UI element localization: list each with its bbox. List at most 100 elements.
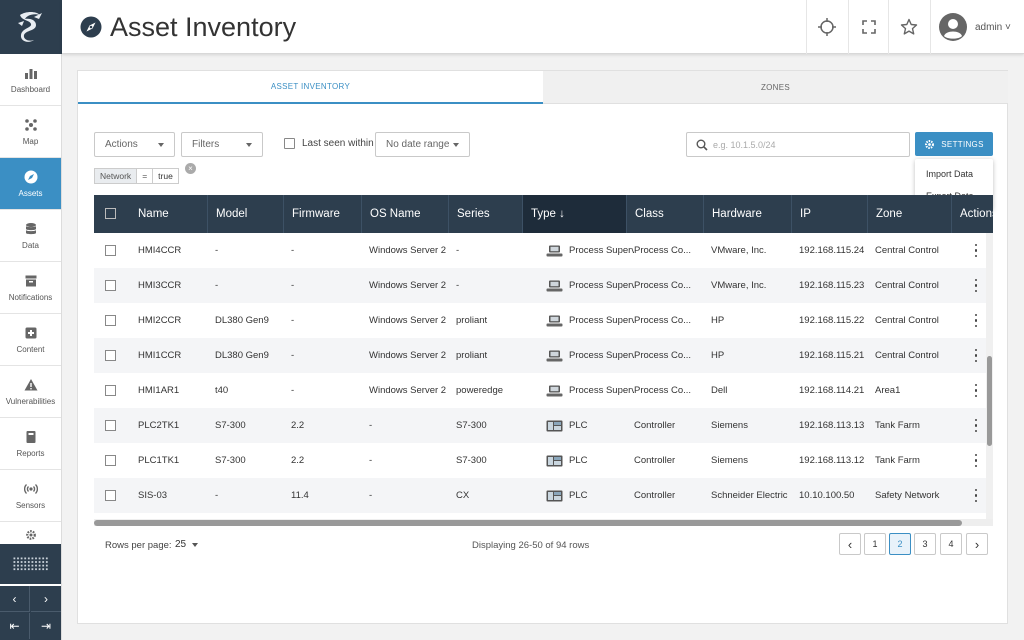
- row-actions-icon[interactable]: [973, 349, 979, 362]
- next-button[interactable]: ›: [31, 586, 61, 612]
- collapse-button[interactable]: ⇤: [0, 613, 30, 639]
- apps-grid-button[interactable]: [0, 544, 61, 584]
- table-row[interactable]: HMI4CCR - - Windows Server 2- Process Superv…: [94, 233, 993, 268]
- next-page-button[interactable]: ›: [966, 533, 988, 555]
- table-row[interactable]: SIS-03 - 11.4 - CX PLC Controller Schneider Ele…: [94, 478, 993, 513]
- column-header-ip[interactable]: IP: [791, 195, 867, 233]
- cell-os: Windows Server 2: [369, 245, 447, 256]
- sidebar-item-vulnerabilities[interactable]: Vulnerabilities: [0, 366, 61, 418]
- cell-hardware: Schneider Electric: [711, 490, 788, 501]
- row-actions-icon[interactable]: [973, 279, 979, 292]
- settings-button[interactable]: SETTINGS: [915, 132, 993, 156]
- cell-firmware: -: [291, 315, 295, 326]
- row-actions-icon[interactable]: [973, 419, 979, 432]
- cell-firmware: 2.2: [291, 420, 305, 431]
- row-actions-icon[interactable]: [973, 454, 979, 467]
- workstation-icon: [546, 350, 563, 362]
- select-all-checkbox[interactable]: [105, 208, 116, 219]
- cell-zone: Central Control: [875, 280, 939, 291]
- cell-ip: 192.168.115.23: [799, 280, 865, 291]
- date-range-dropdown[interactable]: No date range: [375, 132, 470, 157]
- expand-button[interactable]: ⇥: [31, 613, 61, 639]
- menu-item-import-data[interactable]: Import Data: [926, 169, 973, 179]
- rows-per-page-select[interactable]: 25: [175, 539, 186, 550]
- sidebar-item-notifications[interactable]: Notifications: [0, 262, 61, 314]
- sidebar-item-dashboard[interactable]: Dashboard: [0, 54, 61, 106]
- page-button-2[interactable]: 2: [889, 533, 911, 555]
- row-checkbox[interactable]: [105, 420, 116, 431]
- sidebar-item-data[interactable]: Data: [0, 210, 61, 262]
- horizontal-scrollbar-thumb[interactable]: [94, 520, 962, 526]
- logo[interactable]: [0, 0, 62, 54]
- favorite-button[interactable]: [888, 0, 928, 54]
- row-actions-icon[interactable]: [973, 314, 979, 327]
- locate-button[interactable]: [806, 0, 846, 54]
- cell-type-text: PLC: [569, 420, 588, 431]
- table-row[interactable]: HMI2CCR DL380 Gen9 - Windows Server 2 prolia…: [94, 303, 993, 338]
- row-checkbox[interactable]: [105, 245, 116, 256]
- vertical-scrollbar[interactable]: [986, 233, 993, 522]
- actions-dropdown[interactable]: Actions: [94, 132, 175, 157]
- sidebar-item-reports[interactable]: Reports: [0, 418, 61, 470]
- column-header-hardware[interactable]: Hardware: [703, 195, 791, 233]
- column-header-series[interactable]: Series: [448, 195, 522, 233]
- filters-dropdown[interactable]: Filters: [181, 132, 263, 157]
- cell-ip: 192.168.114.21: [799, 385, 865, 396]
- column-header-class[interactable]: Class: [626, 195, 703, 233]
- sidebar-item-label: Data: [22, 241, 39, 250]
- cell-class: Controller: [634, 420, 676, 431]
- cell-series: S7-300: [456, 455, 487, 466]
- user-name-text: admin: [975, 21, 1003, 33]
- sidebar-item-assets[interactable]: Assets: [0, 158, 61, 210]
- page-button-4[interactable]: 4: [940, 533, 962, 555]
- table-row[interactable]: HMI3CCR - - Windows Server 2- Process Superv…: [94, 268, 993, 303]
- sidebar-item-sensors[interactable]: Sensors: [0, 470, 61, 522]
- caret-down-icon[interactable]: [192, 543, 198, 547]
- row-checkbox[interactable]: [105, 490, 116, 501]
- column-header-osname[interactable]: OS Name: [361, 195, 448, 233]
- dashboard-icon: [23, 65, 39, 81]
- row-actions-icon[interactable]: [973, 384, 979, 397]
- tab-zones[interactable]: ZONES: [543, 71, 1008, 104]
- sidebar-item-map[interactable]: Map: [0, 106, 61, 158]
- page-button-3[interactable]: 3: [914, 533, 936, 555]
- user-menu[interactable]: admin ˅: [930, 0, 1024, 54]
- fullscreen-button[interactable]: [848, 0, 888, 54]
- inbox-icon: [23, 273, 39, 289]
- row-checkbox[interactable]: [105, 455, 116, 466]
- row-checkbox[interactable]: [105, 385, 116, 396]
- column-header-zone[interactable]: Zone: [867, 195, 951, 233]
- cell-type: Process Superv: [546, 268, 634, 303]
- table-row[interactable]: PLC1TK1 S7-300 2.2 - S7-300 PLC Controller Siem…: [94, 443, 993, 478]
- row-checkbox[interactable]: [105, 280, 116, 291]
- cell-type: PLC: [546, 443, 634, 478]
- column-header-type[interactable]: Type ↓: [522, 195, 626, 233]
- column-header-model[interactable]: Model: [207, 195, 283, 233]
- cell-hardware: Siemens: [711, 455, 748, 466]
- cell-series: proliant: [456, 315, 488, 326]
- row-checkbox[interactable]: [105, 315, 116, 326]
- cell-type-text: PLC: [569, 490, 588, 501]
- prev-page-button[interactable]: ‹: [839, 533, 861, 555]
- row-actions-icon[interactable]: [973, 489, 979, 502]
- column-header-actions[interactable]: Actions: [951, 195, 993, 233]
- column-header-name[interactable]: Name: [130, 195, 207, 233]
- last-seen-checkbox[interactable]: [284, 138, 295, 149]
- row-actions-icon[interactable]: [973, 244, 979, 257]
- sidebar-item-content[interactable]: Content: [0, 314, 61, 366]
- table-row[interactable]: HMI1CCR DL380 Gen9 - Windows Server 2 prolia…: [94, 338, 993, 373]
- search-input[interactable]: [713, 137, 903, 153]
- vertical-scrollbar-thumb[interactable]: [987, 356, 992, 446]
- tab-asset-inventory[interactable]: ASSET INVENTORY: [78, 71, 543, 104]
- cell-type-text: Process Superv: [569, 350, 634, 361]
- cell-zone: Central Control: [875, 350, 939, 361]
- user-name: admin ˅: [975, 22, 1011, 33]
- prev-button[interactable]: ‹: [0, 586, 30, 612]
- chip-close-icon[interactable]: ×: [185, 163, 196, 174]
- row-checkbox[interactable]: [105, 350, 116, 361]
- column-header-firmware[interactable]: Firmware: [283, 195, 361, 233]
- page-button-1[interactable]: 1: [864, 533, 886, 555]
- horizontal-scrollbar[interactable]: [94, 519, 993, 526]
- table-row[interactable]: PLC2TK1 S7-300 2.2 - S7-300 PLC Controller Siem…: [94, 408, 993, 443]
- table-row[interactable]: HMI1AR1 t40 - Windows Server 2 poweredge Proc…: [94, 373, 993, 408]
